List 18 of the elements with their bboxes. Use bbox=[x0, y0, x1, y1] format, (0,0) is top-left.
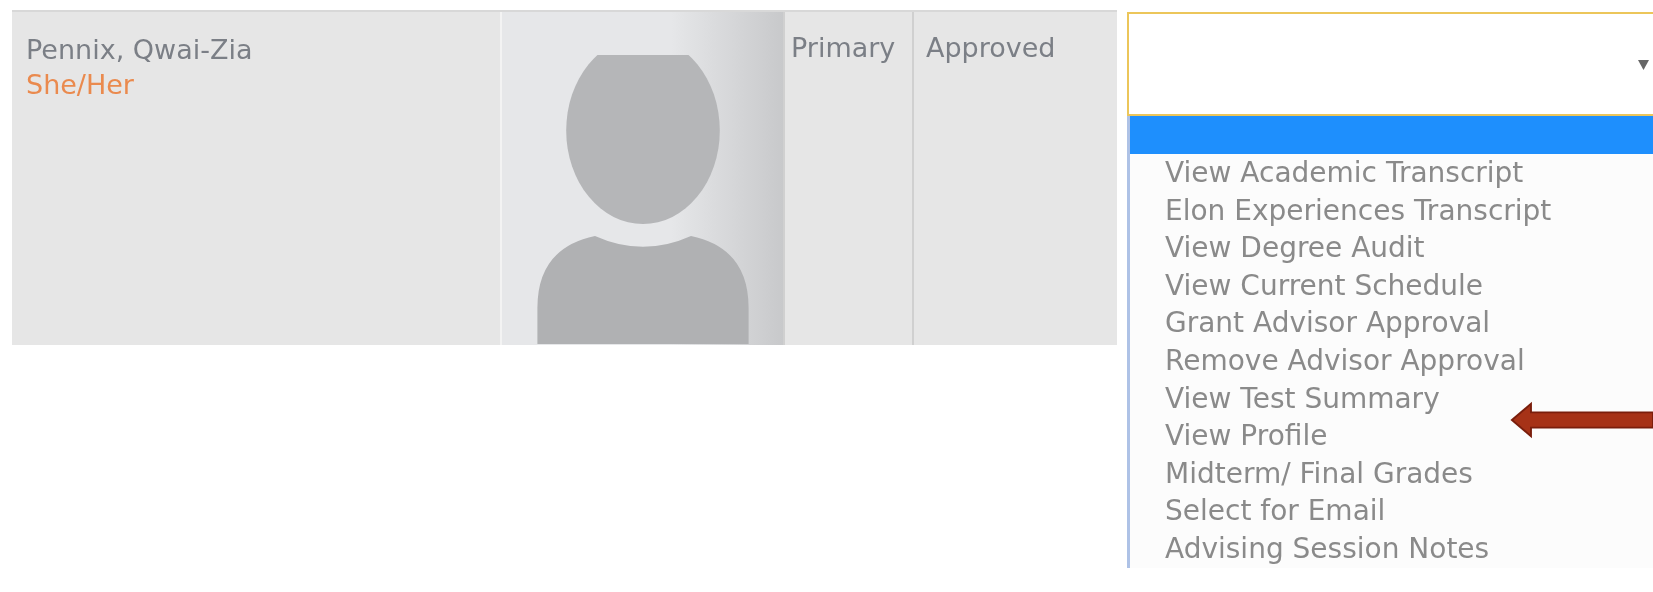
dropdown-option[interactable]: View Test Summary bbox=[1165, 379, 1440, 418]
blank-option[interactable] bbox=[1130, 116, 1653, 154]
dropdown-option[interactable]: Advising Session Notes bbox=[1165, 529, 1490, 568]
dropdown-option[interactable]: View Profile bbox=[1165, 417, 1328, 455]
role-cell: Primary bbox=[783, 12, 912, 345]
dropdown-option[interactable]: Remove Advisor Approval bbox=[1165, 341, 1525, 380]
status-cell: Approved bbox=[912, 12, 1117, 345]
dropdown-option[interactable]: Elon Experiences Transcript bbox=[1165, 191, 1552, 230]
caret-icon bbox=[1638, 58, 1649, 70]
dropdown-option[interactable]: View Current Schedule bbox=[1165, 266, 1484, 305]
dropdown-option[interactable]: View Academic Transcript bbox=[1165, 154, 1524, 192]
student-name: Pennix, Qwai-Zia bbox=[26, 34, 254, 65]
dropdown-option[interactable]: Midterm/ Final Grades bbox=[1165, 454, 1473, 493]
action-select[interactable] bbox=[1127, 12, 1653, 116]
dropdown-option[interactable]: Select for Email bbox=[1165, 492, 1386, 530]
dropdown-option[interactable]: View Degree Audit bbox=[1165, 229, 1425, 267]
pronouns: She/Her bbox=[26, 69, 135, 100]
dropdown-option[interactable]: Grant Advisor Approval bbox=[1165, 304, 1491, 342]
